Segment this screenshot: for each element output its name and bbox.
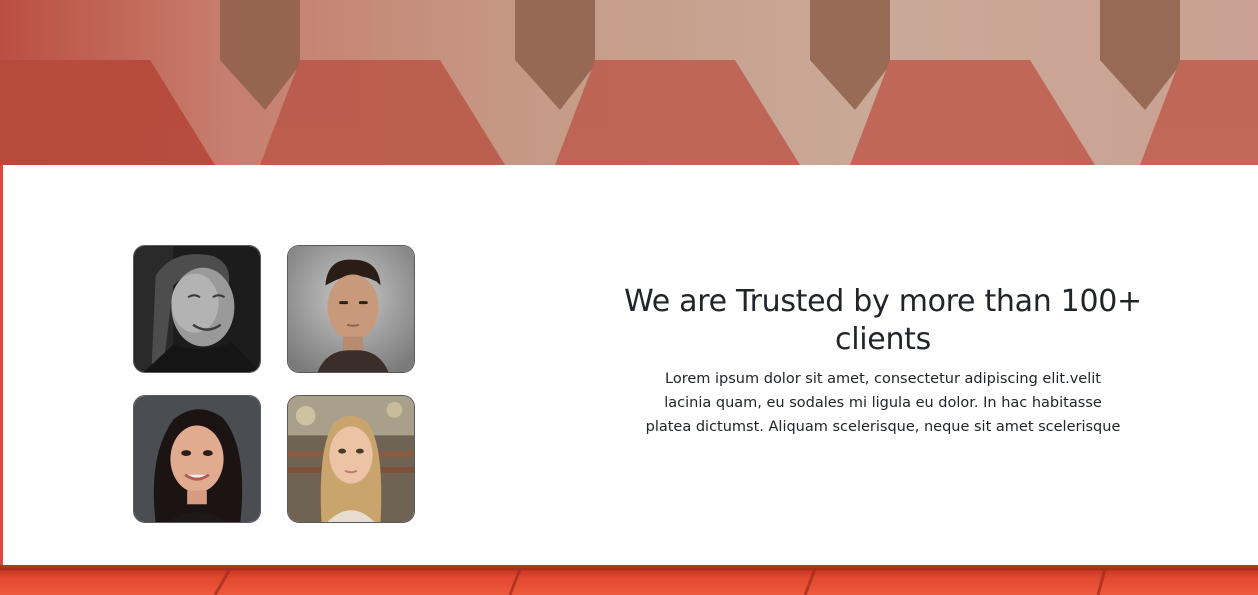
section-heading: We are Trusted by more than 100+ clients	[624, 284, 1142, 357]
client-avatar-2	[287, 245, 415, 373]
trusted-text-block: We are Trusted by more than 100+ clients…	[623, 283, 1143, 439]
client-avatar-4	[287, 395, 415, 523]
trusted-clients-section: We are Trusted by more than 100+ clients…	[3, 165, 1258, 565]
section-description: Lorem ipsum dolor sit amet, consectetur …	[645, 371, 1121, 435]
client-avatar-1	[133, 245, 261, 373]
client-photo-man-grayscale-icon	[134, 246, 260, 372]
header-background-texture	[0, 0, 1258, 165]
footer-background-brick	[0, 565, 1258, 595]
client-avatar-3	[133, 395, 261, 523]
client-photo-woman-dark-hair-icon	[134, 396, 260, 522]
client-photo-woman-blonde-icon	[288, 396, 414, 522]
client-photo-young-man-icon	[288, 246, 414, 372]
